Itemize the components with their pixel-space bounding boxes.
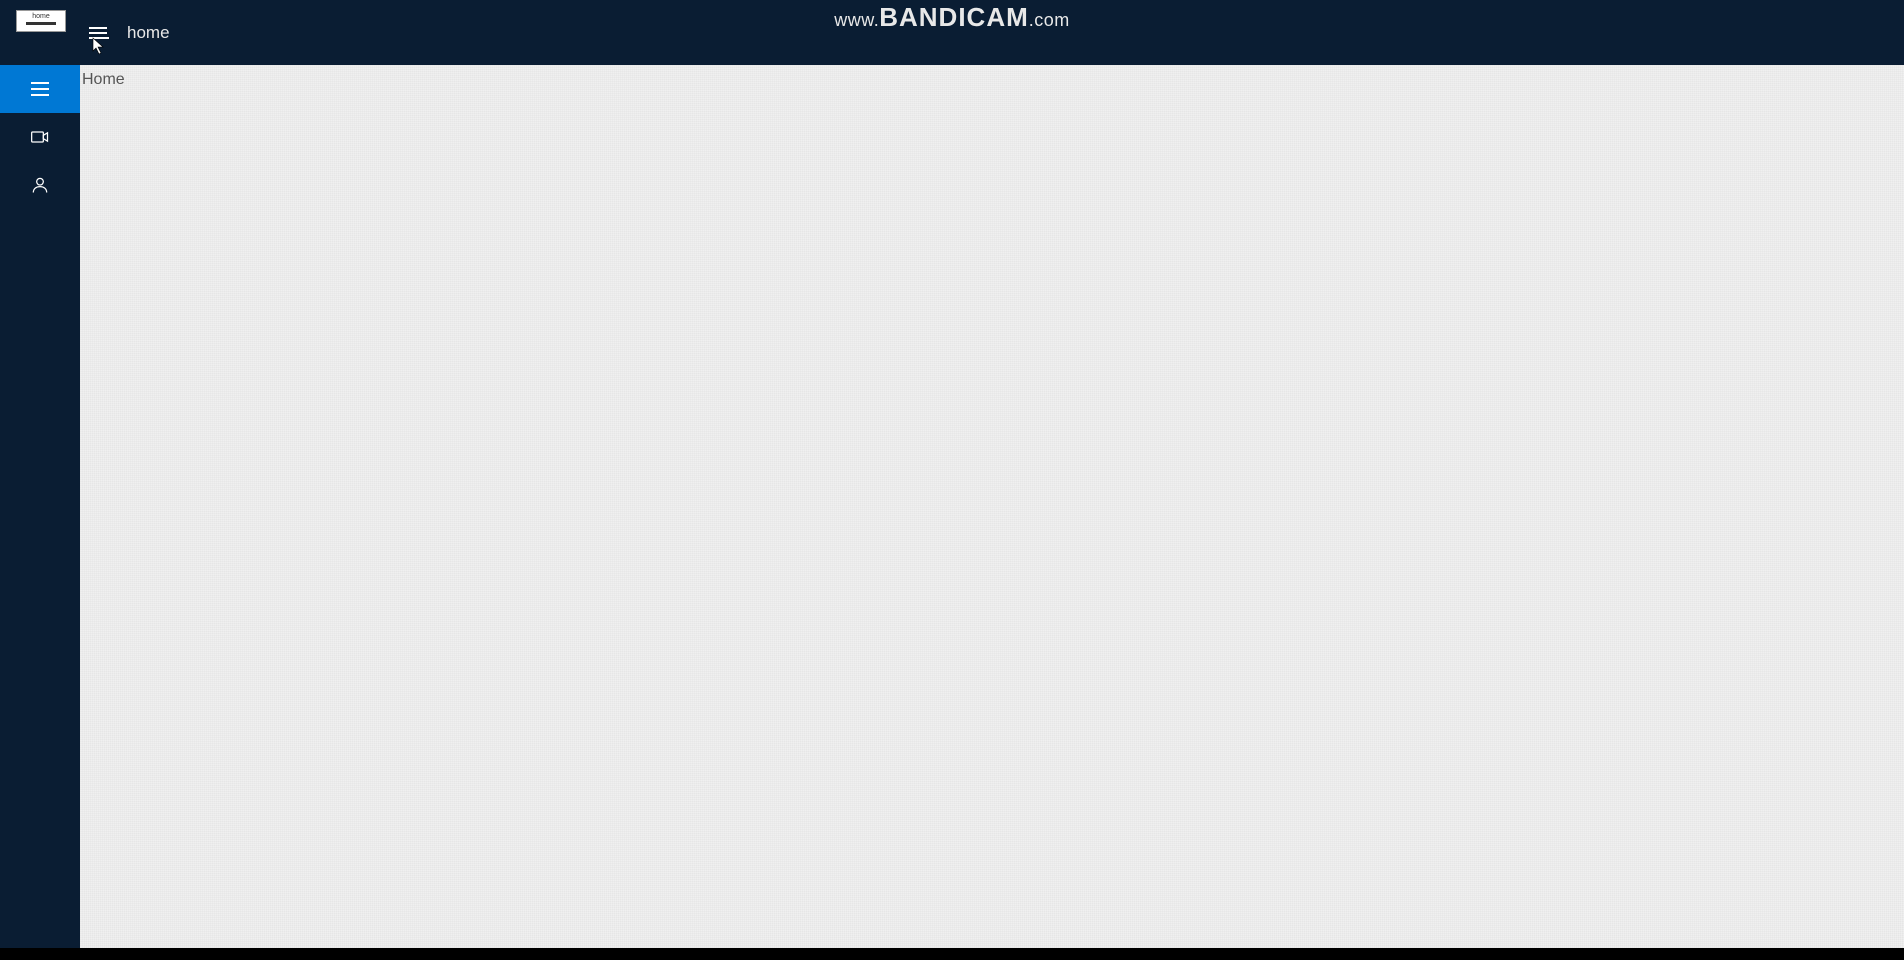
watermark: www.BANDICAM.com	[834, 2, 1070, 33]
title-bar: home home www.BANDICAM.com	[0, 0, 1904, 65]
header-menu-button[interactable]	[89, 27, 107, 39]
video-camera-icon	[30, 127, 50, 147]
app-window: home home www.BANDICAM.com	[0, 0, 1904, 948]
hamburger-icon	[31, 82, 49, 96]
sidebar-item-video[interactable]	[0, 113, 80, 161]
content-area: Home	[80, 65, 1904, 948]
sidebar	[0, 65, 80, 948]
app-title: home	[127, 23, 170, 43]
person-icon	[30, 175, 50, 195]
body-row: Home	[0, 65, 1904, 948]
sidebar-item-menu[interactable]	[0, 65, 80, 113]
page-heading: Home	[82, 71, 1904, 89]
bottom-strip	[0, 948, 1904, 960]
window-thumbnail[interactable]: home	[16, 10, 66, 32]
sidebar-item-user[interactable]	[0, 161, 80, 209]
thumbnail-label: home	[32, 13, 50, 20]
